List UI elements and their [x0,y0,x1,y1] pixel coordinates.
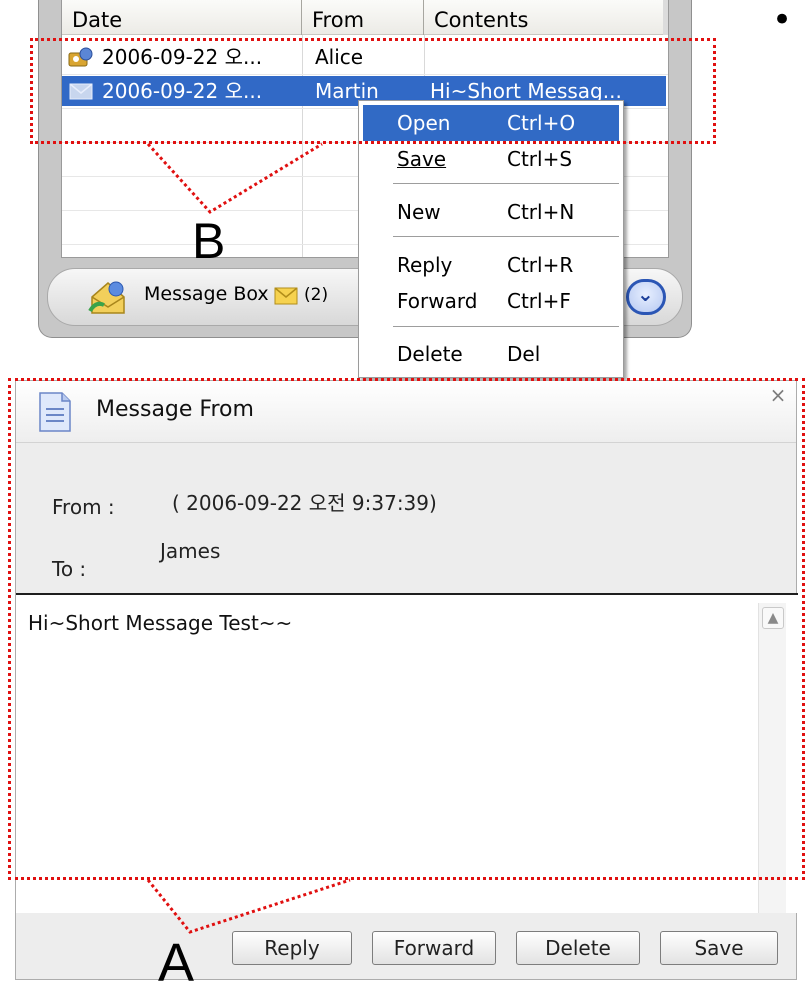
column-header-from[interactable]: From [302,0,424,35]
menu-item-save[interactable]: Save Ctrl+S [363,141,619,177]
menu-item-forward[interactable]: Forward Ctrl+F [363,283,619,319]
reply-button[interactable]: Reply [232,931,352,965]
annotation-box-b [30,38,716,144]
menu-item-label: Reply [397,253,453,277]
expand-button[interactable]: ⌄ [626,279,666,315]
menu-item-new[interactable]: New Ctrl+N [363,194,619,230]
header-scroll-stub [663,0,668,35]
menu-item-label: New [397,200,441,224]
column-header-contents[interactable]: Contents [424,0,666,35]
chevron-down-icon: ⌄ [637,282,654,306]
menu-separator [393,236,619,237]
menu-item-shortcut: Del [507,342,541,366]
annotation-box-a [8,378,805,880]
forward-button[interactable]: Forward [372,931,496,965]
message-count: (2) [304,285,329,305]
annotation-label-b: B [192,213,226,269]
column-header-date[interactable]: Date [62,0,302,35]
menu-separator [393,326,619,327]
annotation-label-a: A [158,933,195,993]
menu-item-reply[interactable]: Reply Ctrl+R [363,247,619,283]
bullet-mark: • [772,0,793,40]
menu-item-label: Forward [397,289,478,313]
menu-item-label: Save [397,147,447,171]
menu-item-shortcut: Ctrl+N [507,200,575,224]
menu-item-shortcut: Ctrl+F [507,289,571,313]
menu-separator [393,183,619,184]
delete-button[interactable]: Delete [516,931,640,965]
save-button[interactable]: Save [660,931,778,965]
menu-item-shortcut: Ctrl+R [507,253,574,277]
menu-item-shortcut: Ctrl+S [507,147,573,171]
menu-item-delete[interactable]: Delete Del [363,336,619,372]
message-box-icon [88,281,125,314]
list-header: Date From Contents [62,0,668,35]
menu-item-label: Delete [397,342,463,366]
message-box-label: Message Box [144,283,269,305]
mail-icon [274,287,298,305]
